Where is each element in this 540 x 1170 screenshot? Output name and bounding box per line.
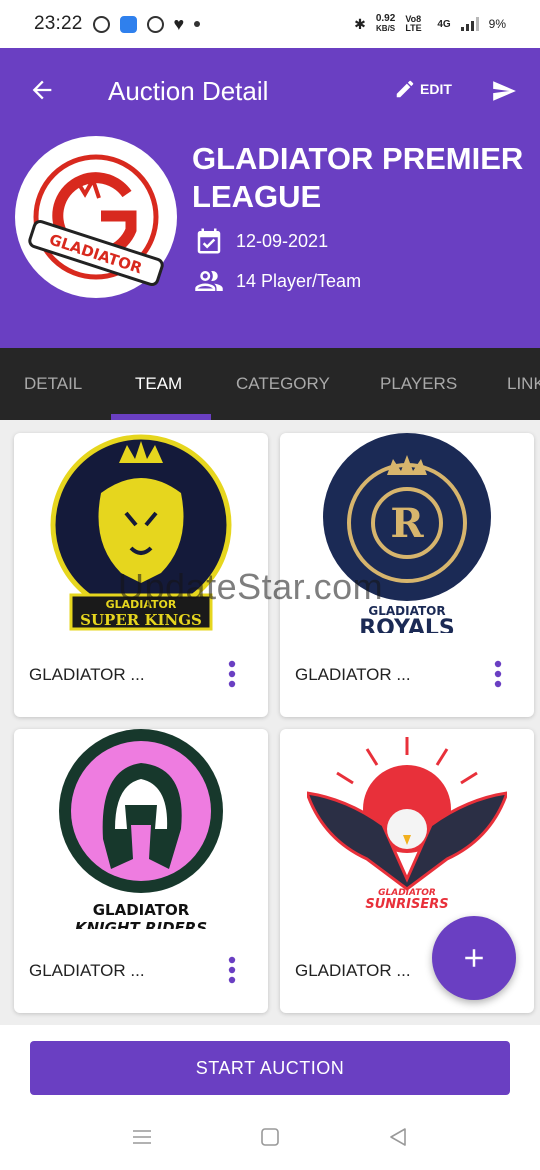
team-name: GLADIATOR ... <box>29 961 145 980</box>
circle-notification-icon <box>146 15 164 33</box>
add-team-button[interactable] <box>432 916 516 1000</box>
speed-unit: KB/S <box>376 24 396 33</box>
back-nav-icon[interactable] <box>386 1125 410 1149</box>
kebab-icon[interactable] <box>488 659 508 689</box>
more-notifications-dot <box>194 21 201 27</box>
tab-link[interactable]: LINK <box>507 374 540 394</box>
app-notification-icon <box>119 15 137 33</box>
tab-team[interactable]: TEAM <box>135 374 182 394</box>
players-per-team-row: 14 Player/Team <box>194 266 361 296</box>
network-type: 4G <box>437 18 451 30</box>
signal-icon <box>460 17 479 31</box>
calendar-check-icon <box>197 228 221 254</box>
knight-riders-logo-icon: GLADIATOR KNIGHT RIDERS <box>59 729 223 929</box>
auction-header: Auction Detail EDIT GLADIATOR GLADIATOR … <box>0 48 540 348</box>
menu-icon[interactable] <box>130 1125 154 1149</box>
start-auction-button[interactable]: START AUCTION <box>30 1041 510 1095</box>
speed-value: 0.92 <box>375 13 396 24</box>
team-logo-line2: SUPER KINGS <box>80 611 202 629</box>
page-title: Auction Detail <box>108 76 269 106</box>
battery-level: 9% <box>488 17 506 31</box>
tab-players[interactable]: PLAYERS <box>380 374 457 394</box>
home-icon[interactable] <box>258 1125 282 1149</box>
edit-button[interactable]: EDIT <box>394 78 452 100</box>
team-name: GLADIATOR ... <box>29 665 145 684</box>
team-logo-line2: SUNRISERS <box>365 897 448 912</box>
tab-category[interactable]: CATEGORY <box>236 374 330 394</box>
royals-emblem-letter: R <box>390 500 424 547</box>
league-name: GLADIATOR PREMIER LEAGUE <box>192 141 524 214</box>
status-bar: 23:22 ♥ ✱ 0.92 KB/S Vo8 LTE 4G 9% <box>0 0 540 48</box>
b-notification-icon <box>92 15 110 33</box>
status-time: 23:22 <box>34 13 83 34</box>
team-name: GLADIATOR ... <box>295 961 411 980</box>
plus-icon <box>465 949 483 967</box>
edit-label: EDIT <box>420 81 452 97</box>
gladiator-logo-icon: GLADIATOR <box>28 154 164 287</box>
kebab-icon[interactable] <box>222 955 242 985</box>
watermark: UpdateStar.com <box>118 566 384 607</box>
team-name: GLADIATOR ... <box>295 665 411 684</box>
auction-date: 12-09-2021 <box>236 230 329 251</box>
pencil-icon <box>396 80 414 98</box>
arrow-left-icon[interactable] <box>28 76 56 104</box>
bottom-action-area: START AUCTION <box>0 1025 540 1103</box>
tab-bar: DETAIL TEAM CATEGORY PLAYERS LINK <box>0 348 540 420</box>
team-card[interactable]: GLADIATOR KNIGHT RIDERS GLADIATOR ... <box>14 729 268 1013</box>
network-speed: 0.92 KB/S <box>376 14 395 34</box>
send-icon[interactable] <box>490 78 518 104</box>
team-logo-line2: KNIGHT RIDERS <box>75 919 207 929</box>
bluetooth-icon: ✱ <box>354 15 366 32</box>
people-icon <box>195 271 223 291</box>
league-logo: GLADIATOR <box>15 136 177 298</box>
system-nav-bar <box>0 1103 540 1170</box>
team-logo-line2: ROYALS <box>359 616 455 633</box>
team-logo-line1: GLADIATOR <box>93 901 190 919</box>
volte-badge: Vo8 LTE <box>405 14 422 33</box>
auction-date-row: 12-09-2021 <box>194 226 328 256</box>
heart-notification-icon: ♥ <box>173 13 185 34</box>
tab-detail[interactable]: DETAIL <box>24 374 82 394</box>
kebab-icon[interactable] <box>222 659 242 689</box>
players-per-team: 14 Player/Team <box>236 270 362 291</box>
sunrisers-logo-icon: GLADIATOR SUNRISERS <box>307 737 507 912</box>
